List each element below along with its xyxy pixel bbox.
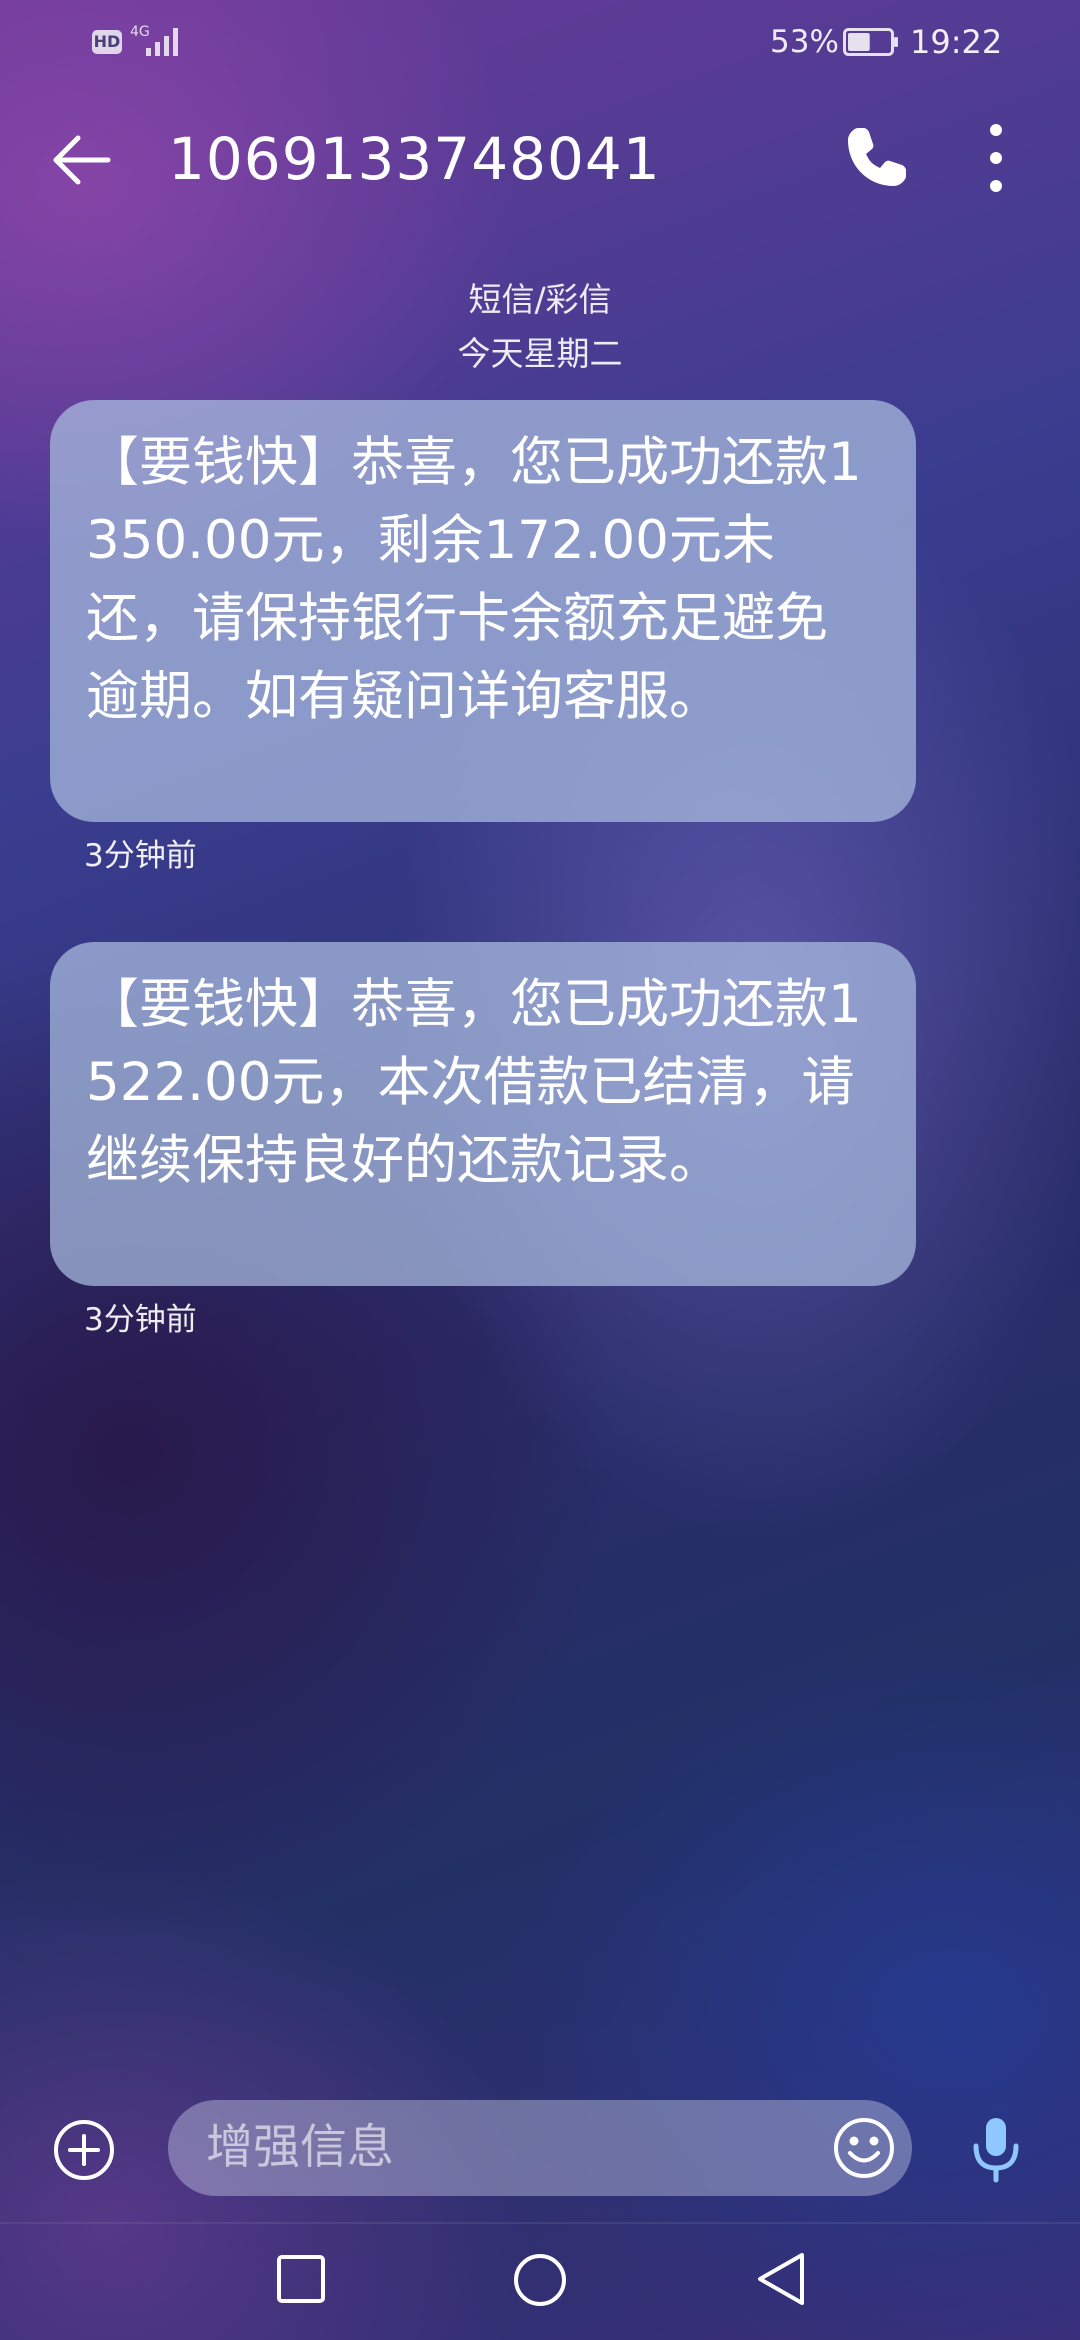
home-button[interactable]: [512, 2252, 568, 2308]
arrow-left-icon: [53, 135, 111, 185]
square-icon: [277, 2255, 325, 2303]
conversation-date-label: 今天星期二: [457, 334, 623, 373]
message-time: 3分钟前: [84, 838, 197, 874]
back-button[interactable]: [46, 124, 118, 196]
status-bar: HD 4G 53% 19:22: [0, 0, 1080, 86]
more-vertical-icon: [990, 124, 1002, 192]
voice-input-button[interactable]: [966, 2114, 1026, 2186]
message-text: 【要钱快】恭喜，您已成功还款1350.00元，剩余172.00元未还，请保持银行…: [86, 432, 862, 727]
circle-icon: [514, 2254, 566, 2306]
clock: 19:22: [910, 23, 1003, 61]
system-back-button[interactable]: [754, 2250, 808, 2308]
phone-icon: [848, 128, 906, 186]
message-input[interactable]: 增强信息: [168, 2100, 912, 2196]
hd-badge: HD: [92, 30, 122, 54]
nav-divider: [0, 2222, 1080, 2224]
add-attachment-button[interactable]: [52, 2118, 116, 2182]
contact-title: 1069133748041: [168, 125, 661, 193]
battery-percent: 53%: [770, 24, 839, 60]
microphone-icon: [973, 2118, 1019, 2183]
message-bubble[interactable]: 【要钱快】恭喜，您已成功还款1350.00元，剩余172.00元未还，请保持银行…: [50, 400, 916, 822]
call-button[interactable]: [840, 122, 912, 194]
smiley-icon: [834, 2118, 894, 2178]
more-options-button[interactable]: [966, 120, 1026, 196]
message-input-placeholder: 增强信息: [206, 2120, 394, 2175]
signal-icon: [146, 28, 178, 56]
conversation-type-label: 短信/彩信: [468, 280, 612, 319]
message-text: 【要钱快】恭喜，您已成功还款1522.00元，本次借款已结清，请继续保持良好的还…: [86, 974, 862, 1191]
triangle-back-icon: [758, 2253, 804, 2305]
plus-circle-icon: [54, 2120, 114, 2180]
emoji-button[interactable]: [832, 2116, 896, 2180]
recents-button[interactable]: [276, 2254, 326, 2304]
message-time: 3分钟前: [84, 1302, 197, 1338]
battery-icon: [843, 28, 898, 56]
message-bubble[interactable]: 【要钱快】恭喜，您已成功还款1522.00元，本次借款已结清，请继续保持良好的还…: [50, 942, 916, 1286]
